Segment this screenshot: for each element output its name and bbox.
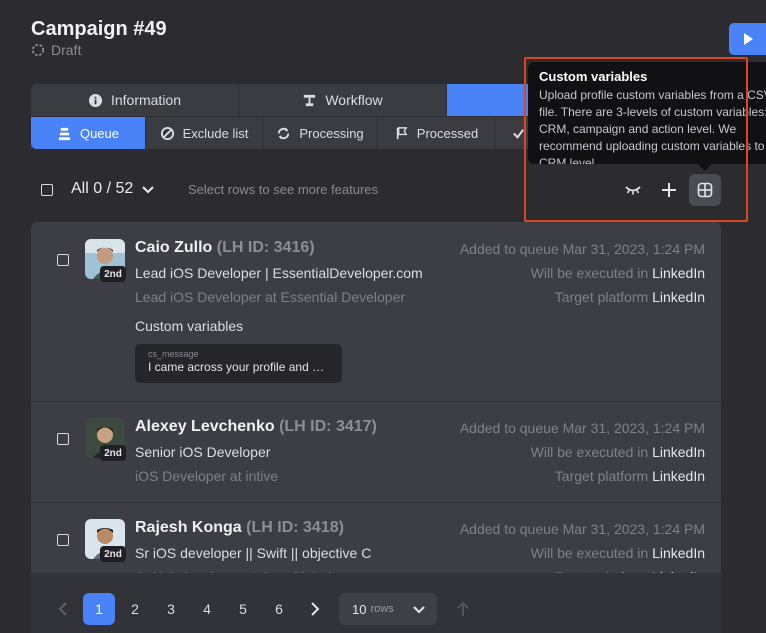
custom-variable-card[interactable]: cs_message I came across your profile an…	[135, 344, 342, 383]
arrow-up-icon	[457, 601, 469, 616]
tab-queue[interactable]: Queue	[31, 117, 146, 149]
added-to-queue: Added to queue Mar 31, 2023, 1:24 PM	[459, 241, 705, 257]
tab-exclude-list-label: Exclude list	[182, 125, 249, 141]
queue-icon	[58, 127, 71, 140]
custom-variable-value: I came across your profile and …	[148, 360, 325, 374]
table-row[interactable]: 2nd Alexey Levchenko (LH ID: 3417) Senio…	[31, 402, 721, 503]
tab-workflow-label: Workflow	[325, 92, 383, 108]
target-platform: Target platform LinkedIn	[555, 468, 705, 484]
executed-in: Will be executed in LinkedIn	[531, 265, 705, 281]
tab-workflow[interactable]: Workflow	[239, 84, 447, 116]
target-platform-value: LinkedIn	[652, 468, 705, 484]
executed-in: Will be executed in LinkedIn	[531, 545, 705, 561]
profile-name-text: Rajesh Konga	[135, 519, 242, 536]
tab-exclude-list[interactable]: Exclude list	[146, 117, 263, 149]
run-campaign-button[interactable]	[729, 23, 766, 55]
profile-name[interactable]: Rajesh Konga (LH ID: 3418)	[135, 519, 344, 537]
row-checkbox[interactable]	[57, 534, 69, 546]
next-page-button[interactable]	[299, 593, 331, 625]
profile-name[interactable]: Caio Zullo (LH ID: 3416)	[135, 239, 315, 257]
profile-name-text: Alexey Levchenko	[135, 418, 275, 435]
profile-position: Lead iOS Developer at Essential Develope…	[135, 289, 406, 305]
profile-name-text: Caio Zullo	[135, 239, 213, 256]
tab-processed[interactable]: Processed	[378, 117, 495, 149]
page-button[interactable]: 1	[83, 593, 115, 625]
profile-headline: Senior iOS Developer	[135, 444, 271, 460]
connection-degree-badge: 2nd	[100, 445, 126, 461]
rows-per-page-unit: rows	[370, 603, 394, 615]
scroll-top-button[interactable]	[447, 593, 479, 625]
chevron-down-icon	[142, 186, 154, 194]
page-title: Campaign #49	[31, 18, 167, 40]
tab-information-label: Information	[110, 92, 182, 108]
flag-icon	[396, 126, 408, 139]
workflow-icon	[304, 94, 316, 106]
executed-in-prefix: Will be executed in	[530, 545, 649, 561]
page-button[interactable]: 3	[155, 593, 187, 625]
page-button[interactable]: 5	[227, 593, 259, 625]
tab-information[interactable]: Information	[31, 84, 239, 116]
play-icon	[744, 33, 753, 45]
added-to-queue: Added to queue Mar 31, 2023, 1:24 PM	[459, 420, 705, 436]
annotation-highlight-box	[524, 57, 748, 222]
processing-icon	[278, 127, 290, 139]
executed-in-prefix: Will be executed in	[530, 444, 649, 460]
profile-headline: Sr iOS developer || Swift || objective C	[135, 545, 372, 561]
table-row[interactable]: 2nd Caio Zullo (LH ID: 3416) Lead iOS De…	[31, 222, 721, 402]
tab-processed-label: Processed	[416, 125, 479, 141]
selection-dropdown[interactable]: All 0 / 52	[71, 180, 155, 198]
prev-page-button[interactable]	[47, 593, 79, 625]
chevron-right-icon	[311, 602, 320, 616]
page-button[interactable]: 4	[191, 593, 223, 625]
chevron-down-icon	[412, 606, 425, 614]
lh-id: (LH ID: 3418)	[246, 519, 344, 536]
pagination: 1 2 3 4 5 6 10 rows	[31, 573, 721, 633]
campaign-status: Draft	[31, 42, 81, 58]
tab-queue-label: Queue	[79, 125, 120, 141]
page-button[interactable]: 2	[119, 593, 151, 625]
executed-in-prefix: Will be executed in	[530, 265, 649, 281]
target-platform-prefix: Target platform	[554, 468, 649, 484]
executed-in-value: LinkedIn	[652, 545, 705, 561]
draft-icon	[31, 43, 45, 57]
queue-list: 2nd Caio Zullo (LH ID: 3416) Lead iOS De…	[31, 222, 721, 633]
executed-in: Will be executed in LinkedIn	[531, 444, 705, 460]
chevron-left-icon	[58, 602, 67, 616]
rows-per-page-select[interactable]: 10 rows	[339, 593, 437, 625]
connection-degree-badge: 2nd	[100, 546, 126, 562]
connection-degree-badge: 2nd	[100, 266, 126, 282]
tab-processing-label: Processing	[299, 125, 364, 141]
target-platform-value: LinkedIn	[652, 289, 705, 305]
select-all-checkbox[interactable]	[41, 184, 53, 196]
tab-processing[interactable]: Processing	[263, 117, 378, 149]
block-icon	[160, 126, 174, 140]
lh-id: (LH ID: 3416)	[216, 239, 315, 256]
profile-headline: Lead iOS Developer | EssentialDeveloper.…	[135, 265, 423, 281]
selection-count: All 0 / 52	[71, 180, 134, 197]
lh-id: (LH ID: 3417)	[279, 418, 377, 435]
profile-name[interactable]: Alexey Levchenko (LH ID: 3417)	[135, 418, 377, 436]
target-platform: Target platform LinkedIn	[555, 289, 705, 305]
info-icon	[88, 93, 103, 107]
target-platform-prefix: Target platform	[554, 289, 649, 305]
row-checkbox[interactable]	[57, 254, 69, 266]
row-checkbox[interactable]	[57, 433, 69, 445]
executed-in-value: LinkedIn	[652, 444, 705, 460]
custom-variables-heading: Custom variables	[135, 318, 244, 334]
page-button[interactable]: 6	[263, 593, 295, 625]
executed-in-value: LinkedIn	[652, 265, 705, 281]
status-label: Draft	[51, 42, 82, 58]
rows-per-page-value: 10	[352, 601, 367, 617]
profile-position: iOS Developer at intive	[135, 468, 279, 484]
custom-variable-key: cs_message	[148, 349, 199, 359]
added-to-queue: Added to queue Mar 31, 2023, 1:24 PM	[459, 521, 705, 537]
selection-hint: Select rows to see more features	[188, 182, 379, 197]
